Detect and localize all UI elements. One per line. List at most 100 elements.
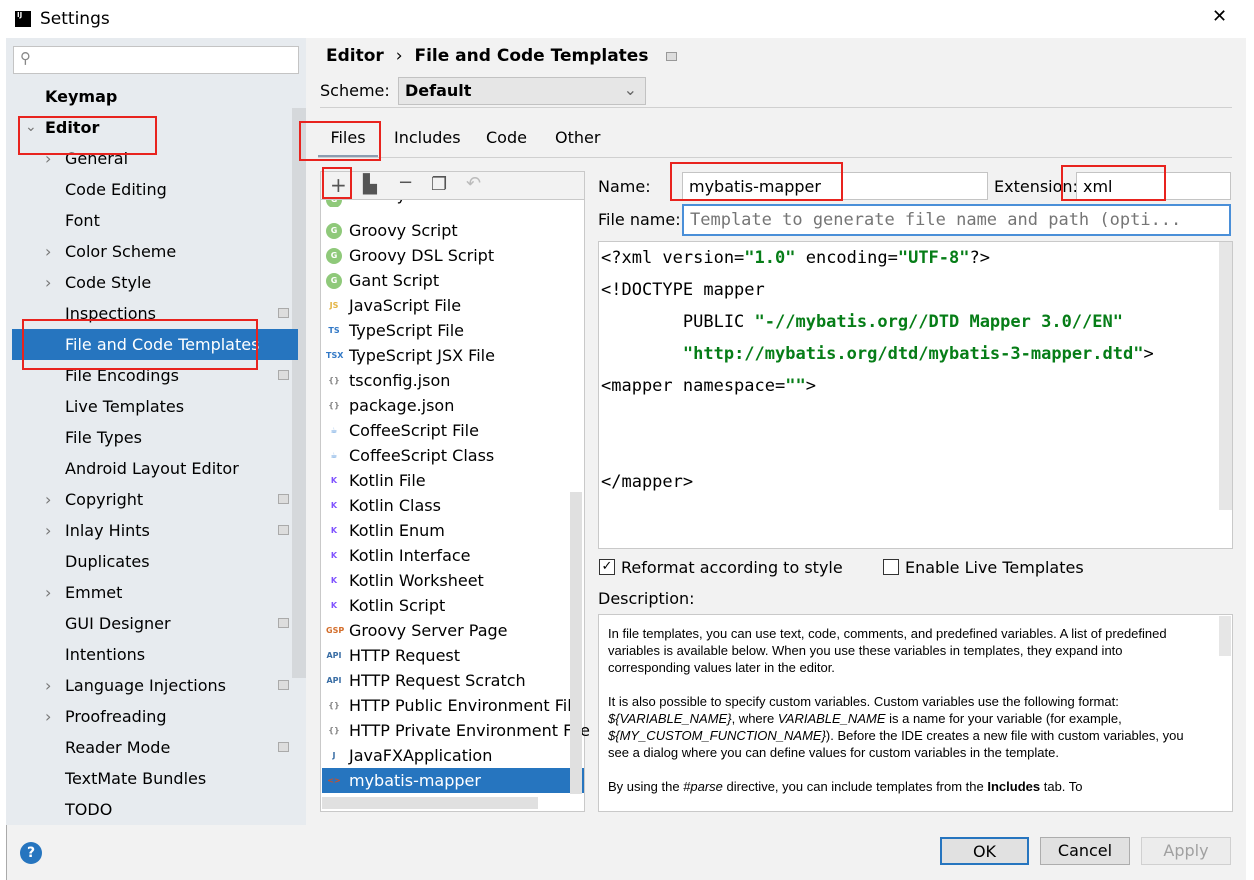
sidebar-item-reader-mode[interactable]: Reader Mode: [12, 732, 298, 763]
code-line: <!DOCTYPE mapper: [601, 280, 765, 300]
list-item-label: Gant Script: [349, 271, 440, 290]
list-item[interactable]: G Gant Script: [322, 268, 584, 293]
list-item[interactable]: GGroovy Annotation: [322, 200, 584, 207]
chevron-right-icon[interactable]: ›: [45, 577, 51, 608]
list-item[interactable]: API HTTP Request Scratch: [322, 668, 584, 693]
chevron-right-icon[interactable]: ›: [45, 515, 51, 546]
list-item[interactable]: K Kotlin Interface: [322, 543, 584, 568]
reset-icon[interactable]: ↶: [466, 173, 481, 194]
sidebar-item-file-types[interactable]: File Types: [12, 422, 298, 453]
tab-other[interactable]: Other: [555, 124, 600, 158]
remove-icon[interactable]: −: [398, 172, 413, 193]
list-item-label: JavaScript File: [349, 296, 462, 315]
project-scope-icon: [278, 680, 289, 690]
file-type-icon: G: [326, 200, 342, 207]
sidebar-item-font[interactable]: Font: [12, 205, 298, 236]
sidebar-item-label: TODO: [65, 800, 113, 819]
chevron-right-icon[interactable]: ›: [45, 236, 51, 267]
sidebar-item-keymap[interactable]: Keymap: [12, 81, 298, 112]
chevron-right-icon[interactable]: ›: [45, 701, 51, 732]
template-list-hscrollbar[interactable]: [322, 797, 538, 809]
description-paragraph: By using the #parse directive, you can i…: [608, 779, 1083, 794]
list-item[interactable]: K Kotlin File: [322, 468, 584, 493]
close-icon[interactable]: ✕: [1212, 6, 1227, 27]
chevron-right-icon[interactable]: ›: [45, 267, 51, 298]
file-type-icon: K: [330, 576, 338, 585]
sidebar-item-color-scheme[interactable]: › Color Scheme: [12, 236, 298, 267]
settings-sidebar: ⚲ Keymap ⌄ Editor › General Code Editing Font ›…: [6, 38, 306, 825]
sidebar-item-live-templates[interactable]: Live Templates: [12, 391, 298, 422]
reformat-checkbox[interactable]: ✓: [599, 559, 615, 575]
sidebar-item-label: Intentions: [65, 645, 146, 664]
list-item[interactable]: TS TypeScript File: [322, 318, 584, 343]
live-templates-checkbox[interactable]: [883, 559, 899, 575]
sidebar-item-gui-designer[interactable]: GUI Designer: [12, 608, 298, 639]
project-scope-icon: [278, 742, 289, 752]
live-templates-label[interactable]: Enable Live Templates: [905, 558, 1084, 577]
sidebar-item-code-editing[interactable]: Code Editing: [12, 174, 298, 205]
file-type-icon: API: [326, 651, 342, 660]
cancel-button[interactable]: Cancel: [1040, 837, 1130, 865]
list-item[interactable]: ☕ CoffeeScript Class: [322, 443, 584, 468]
list-item[interactable]: K Kotlin Enum: [322, 518, 584, 543]
list-item[interactable]: {} HTTP Public Environment File: [322, 693, 584, 718]
list-item[interactable]: G Groovy DSL Script: [322, 243, 584, 268]
sidebar-item-label: Language Injections: [65, 676, 226, 695]
list-item[interactable]: K Kotlin Class: [322, 493, 584, 518]
app-logo-icon: IJ: [15, 11, 31, 27]
list-item[interactable]: K Kotlin Worksheet: [322, 568, 584, 593]
chevron-right-icon[interactable]: ›: [45, 484, 51, 515]
list-item[interactable]: G Groovy Script: [322, 218, 584, 243]
list-item[interactable]: {} package.json: [322, 393, 584, 418]
reformat-label[interactable]: Reformat according to style: [621, 558, 843, 577]
list-item-label: JavaFXApplication: [349, 746, 493, 765]
ok-button[interactable]: OK: [940, 837, 1029, 865]
apply-button[interactable]: Apply: [1141, 837, 1231, 865]
sidebar-item-android-layout-editor[interactable]: Android Layout Editor: [12, 453, 298, 484]
list-item[interactable]: JS JavaScript File: [322, 293, 584, 318]
breadcrumb-parent[interactable]: Editor: [326, 46, 384, 66]
sidebar-item-intentions[interactable]: Intentions: [12, 639, 298, 670]
list-item[interactable]: J JavaFXApplication: [322, 743, 584, 768]
file-type-icon: TSX: [326, 351, 344, 360]
project-scope-icon: [666, 52, 678, 61]
sidebar-item-proofreading[interactable]: › Proofreading: [12, 701, 298, 732]
search-input[interactable]: ⚲: [13, 46, 299, 74]
project-scope-icon: [278, 308, 289, 318]
template-list-scrollbar[interactable]: [570, 492, 582, 794]
list-item[interactable]: {} HTTP Private Environment File: [322, 718, 590, 743]
tab-includes[interactable]: Includes: [394, 124, 461, 158]
tabs-divider: [318, 157, 1232, 158]
list-item[interactable]: ☕ CoffeeScript File: [322, 418, 584, 443]
list-item[interactable]: <> mybatis-mapper: [322, 768, 584, 793]
sidebar-item-duplicates[interactable]: Duplicates: [12, 546, 298, 577]
copy-icon[interactable]: ❐: [431, 174, 447, 195]
sidebar-item-label: Live Templates: [65, 397, 185, 416]
list-item-label: HTTP Private Environment File: [349, 721, 590, 740]
help-button[interactable]: ?: [20, 842, 42, 864]
filename-input[interactable]: [682, 204, 1231, 236]
editor-scrollbar[interactable]: [1219, 242, 1232, 510]
project-scope-icon: [278, 494, 289, 504]
description-scrollbar[interactable]: [1219, 616, 1231, 656]
list-item[interactable]: K Kotlin Script: [322, 593, 584, 618]
list-item[interactable]: GSP Groovy Server Page: [322, 618, 584, 643]
sidebar-item-inlay-hints[interactable]: › Inlay Hints: [12, 515, 298, 546]
sidebar-item-emmet[interactable]: › Emmet: [12, 577, 298, 608]
sidebar-item-language-injections[interactable]: › Language Injections: [12, 670, 298, 701]
search-field[interactable]: [40, 49, 290, 71]
sidebar-item-code-style[interactable]: › Code Style: [12, 267, 298, 298]
sidebar-item-copyright[interactable]: › Copyright: [12, 484, 298, 515]
chevron-right-icon[interactable]: ›: [45, 670, 51, 701]
sidebar-item-textmate-bundles[interactable]: TextMate Bundles: [12, 763, 298, 794]
tab-code[interactable]: Code: [486, 124, 527, 158]
list-item[interactable]: API HTTP Request: [322, 643, 584, 668]
sidebar-item-todo[interactable]: TODO: [12, 794, 298, 825]
breadcrumb: Editor › File and Code Templates: [326, 46, 678, 66]
add-child-icon[interactable]: ▙: [363, 174, 377, 195]
scheme-label: Scheme:: [320, 81, 390, 100]
file-type-icon: G: [326, 248, 342, 264]
list-item[interactable]: {} tsconfig.json: [322, 368, 584, 393]
list-item[interactable]: TSX TypeScript JSX File: [322, 343, 584, 368]
scheme-dropdown[interactable]: Default ⌄: [398, 77, 646, 105]
